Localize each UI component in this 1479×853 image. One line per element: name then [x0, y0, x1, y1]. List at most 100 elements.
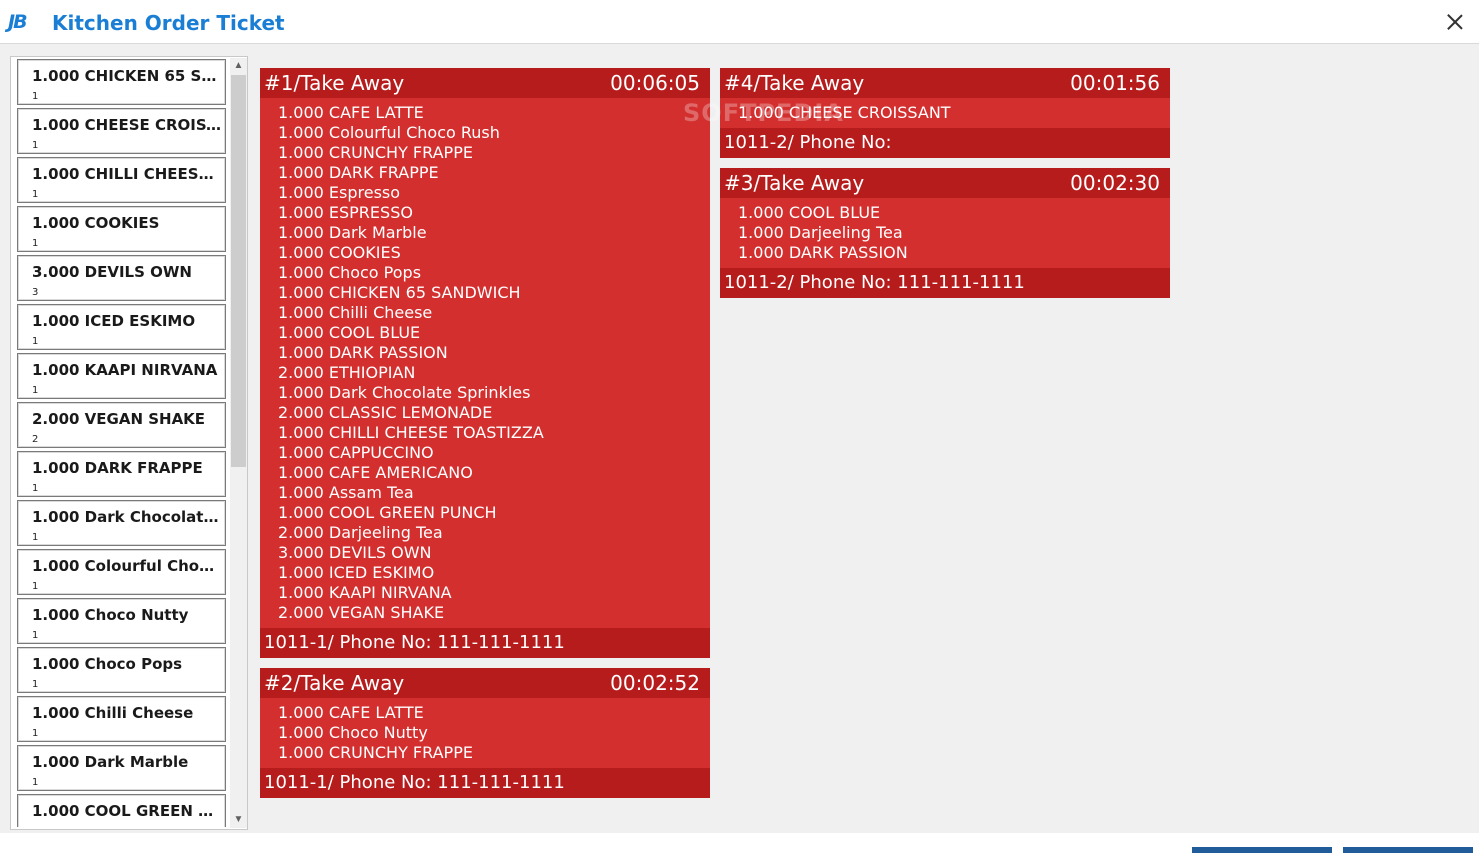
summary-item[interactable]: 1.000 Choco Pops 1 [17, 647, 226, 693]
summary-item-name: 2.000 VEGAN SHAKE [32, 410, 206, 428]
summary-item-name: 1.000 Choco Nutty [32, 606, 189, 624]
summary-item-count: 1 [32, 679, 39, 690]
summary-item[interactable]: 1.000 ICED ESKIMO 1 [17, 304, 226, 350]
summary-item-count: 1 [32, 777, 39, 788]
scroll-down-icon[interactable]: ▼ [230, 812, 247, 828]
ticket-title: #2/Take Away [264, 671, 405, 695]
summary-item[interactable]: 1.000 COOL GREEN PUNCH 1 [17, 794, 226, 827]
summary-item-count: 1 [32, 385, 39, 396]
ticket-items: 1.000 CHEESE CROISSANT [720, 98, 1170, 128]
summary-item[interactable]: 1.000 Chilli Cheese 1 [17, 696, 226, 742]
ticket-line-item: 1.000 KAAPI NIRVANA [278, 583, 452, 602]
bottom-bar [0, 833, 1479, 853]
order-ticket-2[interactable]: #2/Take Away 00:02:52 1.000 CAFE LATTE 1.00… [260, 668, 710, 798]
summary-item[interactable]: 1.000 Colourful Choco Rush 1 [17, 549, 226, 595]
summary-item-name: 1.000 Dark Marble [32, 753, 189, 771]
summary-item-name: 3.000 DEVILS OWN [32, 263, 192, 281]
ticket-line-item: 1.000 COOKIES [278, 243, 401, 262]
ticket-items: 1.000 CAFE LATTE 1.000 Choco Nutty 1.000 C… [260, 698, 710, 768]
ticket-line-item: 1.000 Choco Pops [278, 263, 422, 282]
ticket-title: #1/Take Away [264, 71, 405, 95]
ticket-header: #1/Take Away 00:06:05 [260, 68, 710, 98]
ticket-elapsed-time: 00:01:56 [1070, 71, 1160, 95]
summary-item[interactable]: 1.000 COOKIES 1 [17, 206, 226, 252]
ticket-line-item: 1.000 Dark Chocolate Sprinkles [278, 383, 531, 402]
ticket-elapsed-time: 00:06:05 [610, 71, 700, 95]
ticket-line-item: 1.000 CAFE LATTE [278, 703, 424, 722]
ticket-items: 1.000 COOL BLUE 1.000 Darjeeling Tea 1.000… [720, 198, 1170, 268]
ticket-elapsed-time: 00:02:52 [610, 671, 700, 695]
summary-item-count: 1 [32, 532, 39, 543]
ticket-line-item: 1.000 CHICKEN 65 SANDWICH [278, 283, 521, 302]
ticket-header: #2/Take Away 00:02:52 [260, 668, 710, 698]
ticket-line-item: 2.000 ETHIOPIAN [278, 363, 416, 382]
summary-item-count: 1 [32, 630, 39, 641]
ticket-title: #4/Take Away [724, 71, 865, 95]
ticket-footer: 1011-1/ Phone No: 111-111-1111 [260, 768, 710, 798]
scroll-up-icon[interactable]: ▲ [230, 58, 247, 74]
main-content: 1.000 CHICKEN 65 SANDWICH11.000 CHEESE C… [0, 44, 1479, 833]
summary-item[interactable]: 1.000 Dark Chocolate Sprinkles 1 [17, 500, 226, 546]
summary-item[interactable]: 3.000 DEVILS OWN 3 [17, 255, 226, 301]
ticket-line-item: 2.000 VEGAN SHAKE [278, 603, 445, 622]
ticket-line-item: 1.000 ICED ESKIMO [278, 563, 435, 582]
item-summary-list: 1.000 CHICKEN 65 SANDWICH11.000 CHEESE C… [10, 56, 248, 830]
order-ticket-4[interactable]: #4/Take Away 00:01:56 1.000 CHEESE CROISSA… [720, 68, 1170, 158]
ticket-line-item: 1.000 CHEESE CROISSANT [738, 103, 951, 122]
title-bar: JB Kitchen Order Ticket [0, 0, 1479, 44]
summary-item[interactable]: 2.000 VEGAN SHAKE 2 [17, 402, 226, 448]
order-ticket-1[interactable]: #1/Take Away 00:06:05 1.000 CAFE LATTE 1.00… [260, 68, 710, 658]
summary-item-count: 1 [32, 238, 39, 249]
summary-item-count: 1 [32, 140, 39, 151]
summary-item-name: 1.000 CHILLI CHEESE TOASTIZZA [32, 165, 222, 183]
ticket-line-item: 1.000 COOL GREEN PUNCH [278, 503, 497, 522]
ticket-line-item: 1.000 CRUNCHY FRAPPE [278, 743, 473, 762]
summary-item[interactable]: 1.000 CHICKEN 65 SANDWICH 1 [17, 59, 226, 105]
summary-item-name: 1.000 Dark Chocolate Sprinkles [32, 508, 222, 526]
close-icon[interactable] [1439, 6, 1471, 38]
summary-item-name: 1.000 Choco Pops [32, 655, 183, 673]
summary-item-count: 1 [32, 336, 39, 347]
summary-item-count: 1 [32, 483, 39, 494]
ticket-line-item: 1.000 Espresso [278, 183, 401, 202]
ticket-line-item: 1.000 CAFE AMERICANO [278, 463, 473, 482]
bottom-button-right[interactable] [1343, 847, 1473, 853]
ticket-line-item: 2.000 Darjeeling Tea [278, 523, 443, 542]
scroll-thumb[interactable] [231, 75, 246, 467]
bottom-button-left[interactable] [1192, 847, 1332, 853]
summary-item-count: 1 [32, 826, 38, 827]
summary-item-count: 2 [32, 434, 39, 445]
summary-item-name: 1.000 COOKIES [32, 214, 160, 232]
summary-item[interactable]: 1.000 CHEESE CROISSANT 1 [17, 108, 226, 154]
app-logo: JB [8, 11, 28, 33]
ticket-line-item: 2.000 CLASSIC LEMONADE [278, 403, 493, 422]
order-ticket-3[interactable]: #3/Take Away 00:02:30 1.000 COOL BLUE 1.000… [720, 168, 1170, 298]
ticket-line-item: 1.000 Dark Marble [278, 223, 427, 242]
summary-item[interactable]: 1.000 Dark Marble 1 [17, 745, 226, 791]
ticket-line-item: 1.000 Assam Tea [278, 483, 414, 502]
ticket-line-item: 1.000 COOL BLUE [278, 323, 421, 342]
summary-item-name: 1.000 Colourful Choco Rush [32, 557, 222, 575]
ticket-line-item: 1.000 DARK PASSION [278, 343, 448, 362]
ticket-footer: 1011-2/ Phone No: 111-111-1111 [720, 268, 1170, 298]
summary-item-name: 1.000 DARK FRAPPE [32, 459, 203, 477]
ticket-elapsed-time: 00:02:30 [1070, 171, 1160, 195]
summary-item-count: 1 [32, 189, 39, 200]
summary-item[interactable]: 1.000 DARK FRAPPE 1 [17, 451, 226, 497]
summary-item[interactable]: 1.000 KAAPI NIRVANA 1 [17, 353, 226, 399]
ticket-line-item: 1.000 CRUNCHY FRAPPE [278, 143, 473, 162]
ticket-items: 1.000 CAFE LATTE 1.000 Colourful Choco Ru… [260, 98, 710, 628]
summary-item-name: 1.000 Chilli Cheese [32, 704, 194, 722]
ticket-line-item: 1.000 CAFE LATTE [278, 103, 424, 122]
summary-item[interactable]: 1.000 Choco Nutty 1 [17, 598, 226, 644]
item-summary-scroll-area: 1.000 CHICKEN 65 SANDWICH11.000 CHEESE C… [17, 59, 226, 827]
ticket-header: #3/Take Away 00:02:30 [720, 168, 1170, 198]
ticket-line-item: 1.000 Chilli Cheese [278, 303, 433, 322]
vertical-scrollbar[interactable]: ▲ ▼ [230, 58, 247, 828]
ticket-line-item: 1.000 DARK FRAPPE [278, 163, 439, 182]
ticket-footer: 1011-2/ Phone No: [720, 128, 1170, 158]
ticket-line-item: 1.000 ESPRESSO [278, 203, 413, 222]
ticket-line-item: 1.000 DARK PASSION [738, 243, 908, 262]
summary-item[interactable]: 1.000 CHILLI CHEESE TOASTIZZA 1 [17, 157, 226, 203]
summary-item-count: 1 [32, 91, 39, 102]
